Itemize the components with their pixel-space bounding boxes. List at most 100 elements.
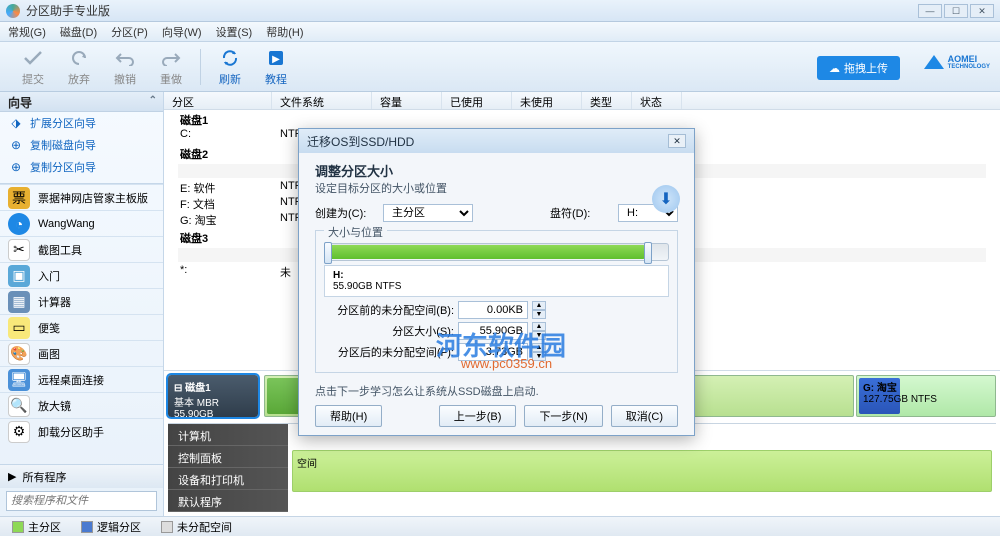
search-input[interactable] <box>6 491 157 511</box>
refresh-button[interactable]: 刷新 <box>207 47 253 87</box>
sidebar-extend-wizard[interactable]: ⬗扩展分区向导 <box>0 112 163 134</box>
tutorial-button[interactable]: ▶ 教程 <box>253 47 299 87</box>
svg-text:▶: ▶ <box>272 54 280 65</box>
triangle-icon <box>924 55 944 69</box>
space-after-row: 分区后的未分配空间(F): ▲▼ <box>324 343 669 361</box>
legend-swatch-primary <box>12 521 24 533</box>
app-icon-0: 票 <box>8 187 30 209</box>
col-status[interactable]: 状态 <box>632 92 682 109</box>
nav-computer[interactable]: 计算机 <box>168 424 288 446</box>
maximize-button[interactable]: ☐ <box>944 4 968 18</box>
nav-devices[interactable]: 设备和打印机 <box>168 468 288 490</box>
spin-down[interactable]: ▼ <box>532 352 546 361</box>
spin-up[interactable]: ▲ <box>532 301 546 310</box>
create-as-select[interactable]: 主分区 <box>383 204 473 222</box>
col-filesystem[interactable]: 文件系统 <box>272 92 372 109</box>
help-button[interactable]: 帮助(H) <box>315 405 382 427</box>
app-item-7[interactable]: 🖥远程桌面连接 <box>0 366 163 392</box>
migrate-os-dialog: 迁移OS到SSD/HDD ✕ 调整分区大小 设定目标分区的大小或位置 ⬇ 创建为… <box>298 128 695 436</box>
redo-icon <box>160 47 182 69</box>
dialog-close-button[interactable]: ✕ <box>668 134 686 148</box>
app-item-6[interactable]: 🎨画图 <box>0 340 163 366</box>
menu-help[interactable]: 帮助(H) <box>266 24 303 40</box>
menubar: 常规(G) 磁盘(D) 分区(P) 向导(W) 设置(S) 帮助(H) <box>0 22 1000 42</box>
arrow-right-icon: ▶ <box>8 470 16 483</box>
redo-button[interactable]: 重做 <box>148 47 194 87</box>
toolbar-separator <box>200 49 201 85</box>
window-titlebar: 分区助手专业版 — ☐ ✕ <box>0 0 1000 22</box>
space-before-input[interactable] <box>458 301 528 319</box>
menu-general[interactable]: 常规(G) <box>8 24 46 40</box>
undo-icon <box>114 47 136 69</box>
refresh-icon <box>219 47 241 69</box>
col-used[interactable]: 已使用 <box>442 92 512 109</box>
app-item-9[interactable]: ⚙卸载分区助手 <box>0 418 163 444</box>
copy-part-icon: ⊕ <box>8 159 24 175</box>
menu-disk[interactable]: 磁盘(D) <box>60 24 97 40</box>
col-partition[interactable]: 分区 <box>164 92 272 109</box>
rdp-icon: 🖥 <box>8 369 30 391</box>
sidebar-copy-disk-wizard[interactable]: ⊕复制磁盘向导 <box>0 134 163 156</box>
app-item-5[interactable]: ▭便笺 <box>0 314 163 340</box>
legend: 主分区 逻辑分区 未分配空间 <box>0 516 1000 536</box>
menu-wizard[interactable]: 向导(W) <box>162 24 202 40</box>
window-controls: — ☐ ✕ <box>918 4 994 18</box>
app-item-3[interactable]: ▣入门 <box>0 262 163 288</box>
start-icon: ▣ <box>8 265 30 287</box>
disk1-header[interactable]: 磁盘1 <box>164 110 1000 128</box>
app-item-1[interactable]: ◔WangWang <box>0 210 163 236</box>
col-capacity[interactable]: 容量 <box>372 92 442 109</box>
spin-down[interactable]: ▼ <box>532 331 546 340</box>
spin-down[interactable]: ▼ <box>532 310 546 319</box>
size-slider[interactable] <box>324 243 669 261</box>
undo-button[interactable]: 撤销 <box>102 47 148 87</box>
submit-button[interactable]: 提交 <box>10 47 56 87</box>
dialog-subheading: 设定目标分区的大小或位置 <box>315 180 678 196</box>
back-button[interactable]: 上一步(B) <box>439 405 517 427</box>
wizard-icon: ⬇ <box>652 185 680 213</box>
dialog-hint: 点击下一步学习怎么让系统从SSD磁盘上启动. <box>315 383 678 399</box>
menu-partition[interactable]: 分区(P) <box>111 24 148 40</box>
sidebar-copy-partition-wizard[interactable]: ⊕复制分区向导 <box>0 156 163 178</box>
col-free[interactable]: 未使用 <box>512 92 582 109</box>
discard-icon <box>68 47 90 69</box>
app-item-0[interactable]: 票票据神网店管家主板版 <box>0 184 163 210</box>
close-button[interactable]: ✕ <box>970 4 994 18</box>
check-icon <box>22 47 44 69</box>
discard-button[interactable]: 放弃 <box>56 47 102 87</box>
app-item-4[interactable]: ▦计算器 <box>0 288 163 314</box>
all-programs-button[interactable]: ▶所有程序 <box>0 464 163 488</box>
space-after-input[interactable] <box>458 343 528 361</box>
cloud-upload-button[interactable]: ☁ 拖拽上传 <box>817 56 900 80</box>
next-button[interactable]: 下一步(N) <box>524 405 602 427</box>
legend-unalloc: 未分配空间 <box>161 519 232 535</box>
sidebar-header: 向导 ⌃ <box>0 92 163 112</box>
space-before-row: 分区前的未分配空间(B): ▲▼ <box>324 301 669 319</box>
unallocated-bar[interactable]: 空间 <box>292 450 992 492</box>
dialog-buttons: 帮助(H) 上一步(B) 下一步(N) 取消(C) <box>315 405 678 427</box>
cancel-button[interactable]: 取消(C) <box>611 405 678 427</box>
dialog-titlebar[interactable]: 迁移OS到SSD/HDD ✕ <box>299 129 694 153</box>
snip-icon: ✂ <box>8 239 30 261</box>
nav-content: 空间 <box>288 424 996 512</box>
extend-icon: ⬗ <box>8 115 24 131</box>
menu-settings[interactable]: 设置(S) <box>216 24 253 40</box>
spin-up[interactable]: ▲ <box>532 322 546 331</box>
chevron-icon[interactable]: ⌃ <box>149 95 157 106</box>
minimize-button[interactable]: — <box>918 4 942 18</box>
app-item-2[interactable]: ✂截图工具 <box>0 236 163 262</box>
nav-controlpanel[interactable]: 控制面板 <box>168 446 288 468</box>
sidebar: 向导 ⌃ ⬗扩展分区向导 ⊕复制磁盘向导 ⊕复制分区向导 票票据神网店管家主板版… <box>0 92 164 516</box>
window-title: 分区助手专业版 <box>26 2 918 19</box>
disk1-info[interactable]: ⊟ 磁盘1 基本 MBR 55.90GB <box>168 375 258 417</box>
sticky-icon: ▭ <box>8 317 30 339</box>
spin-up[interactable]: ▲ <box>532 343 546 352</box>
partition-info: H: 55.90GB NTFS <box>324 265 669 297</box>
partition-size-input[interactable] <box>458 322 528 340</box>
slider-handle-right[interactable] <box>644 242 652 264</box>
partition-g[interactable]: G: 淘宝127.75GB NTFS <box>856 375 996 417</box>
slider-handle-left[interactable] <box>324 242 332 264</box>
app-item-8[interactable]: 🔍放大镜 <box>0 392 163 418</box>
col-type[interactable]: 类型 <box>582 92 632 109</box>
nav-defprog[interactable]: 默认程序 <box>168 490 288 512</box>
